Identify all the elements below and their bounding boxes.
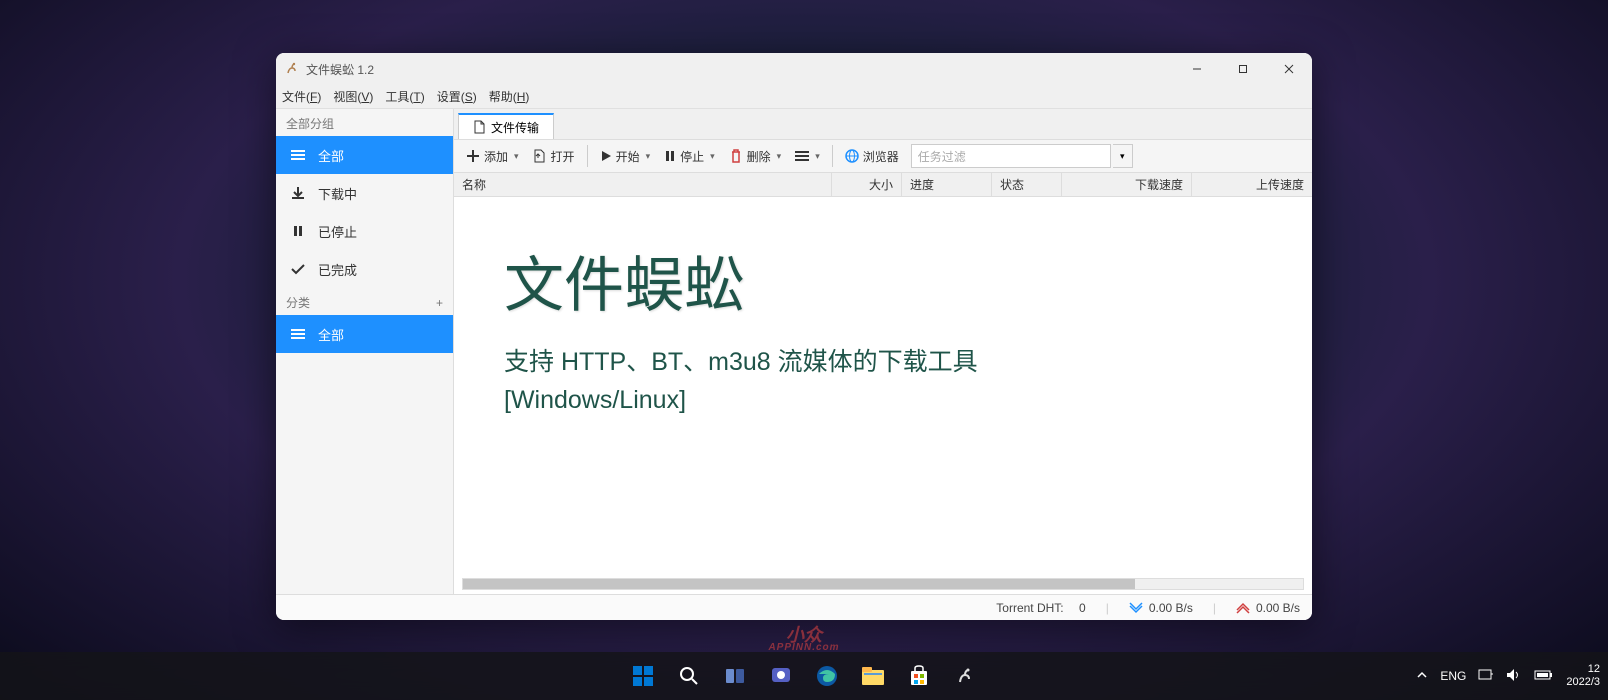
sidebar-item-label: 全部 [318, 325, 344, 344]
maximize-button[interactable] [1220, 53, 1266, 85]
menu-tools[interactable]: 工具(T) [385, 88, 424, 105]
download-icon [290, 186, 306, 200]
sidebar-item-completed[interactable]: 已完成 [276, 250, 453, 288]
pause-icon [290, 225, 306, 237]
title-bar: 文件蜈蚣 1.2 [276, 53, 1312, 85]
language-indicator[interactable]: ENG [1440, 669, 1466, 683]
check-icon [290, 263, 306, 275]
col-status[interactable]: 状态 [992, 173, 1062, 196]
sidebar: 全部分组 全部 下载中 已停止 已完成 分类+ 全部 [276, 109, 454, 594]
tray-chevron-icon[interactable] [1416, 669, 1428, 684]
taskbar: ENG 12 2022/3 [0, 652, 1608, 700]
sidebar-item-all[interactable]: 全部 [276, 136, 453, 174]
filter-input[interactable]: 任务过滤 [911, 144, 1111, 168]
file-icon [473, 120, 485, 134]
add-button[interactable]: 添加▾ [460, 144, 525, 169]
sidebar-item-downloading[interactable]: 下载中 [276, 174, 453, 212]
content-area: 文件蜈蚣 支持 HTTP、BT、m3u8 流媒体的下载工具 [Windows/L… [454, 197, 1312, 594]
browser-button[interactable]: 浏览器 [839, 144, 905, 169]
menu-bar: 文件(F) 视图(V) 工具(T) 设置(S) 帮助(H) [276, 85, 1312, 109]
toolbar: 添加▾ 打开 开始▾ 停止▾ 删除▾ ▾ 浏览器 任务过滤 ▾ [454, 139, 1312, 173]
status-download-speed: 0.00 B/s [1129, 601, 1193, 615]
col-size[interactable]: 大小 [832, 173, 902, 196]
sidebar-heading-groups: 全部分组 [276, 109, 453, 136]
close-button[interactable] [1266, 53, 1312, 85]
hamburger-icon [290, 328, 306, 340]
window-controls [1174, 53, 1312, 85]
add-category-button[interactable]: + [436, 296, 443, 310]
main-area: 文件传输 添加▾ 打开 开始▾ 停止▾ 删除▾ ▾ 浏览器 任务过滤 ▾ 名称 … [454, 109, 1312, 594]
sidebar-category-all[interactable]: 全部 [276, 315, 453, 353]
menu-view[interactable]: 视图(V) [333, 88, 373, 105]
col-name[interactable]: 名称 [454, 173, 832, 196]
minimize-button[interactable] [1174, 53, 1220, 85]
start-button[interactable]: 开始▾ [594, 144, 657, 169]
explorer-button[interactable] [853, 656, 893, 696]
promo-subtitle: 支持 HTTP、BT、m3u8 流媒体的下载工具 [Windows/Linux] [504, 344, 1262, 419]
sidebar-item-label: 下载中 [318, 184, 357, 203]
edge-button[interactable] [807, 656, 847, 696]
clock[interactable]: 12 2022/3 [1566, 663, 1600, 689]
menu-file[interactable]: 文件(F) [282, 88, 321, 105]
table-header: 名称 大小 进度 状态 下载速度 上传速度 [454, 173, 1312, 197]
chat-button[interactable] [761, 656, 801, 696]
window-title: 文件蜈蚣 1.2 [306, 61, 1174, 78]
sidebar-item-label: 全部 [318, 146, 344, 165]
network-icon[interactable] [1478, 668, 1494, 685]
sidebar-item-label: 已停止 [318, 222, 357, 241]
search-button[interactable] [669, 656, 709, 696]
list-menu-button[interactable]: ▾ [789, 146, 826, 166]
tab-bar: 文件传输 [454, 109, 1312, 139]
stop-button[interactable]: 停止▾ [658, 144, 721, 169]
col-progress[interactable]: 进度 [902, 173, 992, 196]
start-button[interactable] [623, 656, 663, 696]
promo-title: 文件蜈蚣 [504, 237, 1262, 324]
open-button[interactable]: 打开 [527, 144, 581, 169]
sidebar-item-label: 已完成 [318, 260, 357, 279]
horizontal-scrollbar[interactable] [462, 578, 1304, 590]
app-icon [284, 61, 300, 77]
col-down-speed[interactable]: 下载速度 [1062, 173, 1192, 196]
store-button[interactable] [899, 656, 939, 696]
status-bar: Torrent DHT: 0 | 0.00 B/s | 0.00 B/s [276, 594, 1312, 620]
app-window: 文件蜈蚣 1.2 文件(F) 视图(V) 工具(T) 设置(S) 帮助(H) 全… [276, 53, 1312, 620]
battery-icon[interactable] [1534, 669, 1554, 684]
tab-file-transfer[interactable]: 文件传输 [458, 113, 554, 139]
menu-help[interactable]: 帮助(H) [489, 88, 530, 105]
col-up-speed[interactable]: 上传速度 [1192, 173, 1312, 196]
volume-icon[interactable] [1506, 668, 1522, 685]
hamburger-icon [290, 149, 306, 161]
sidebar-heading-categories: 分类+ [276, 288, 453, 315]
app-taskbar-icon[interactable] [945, 656, 985, 696]
sidebar-item-stopped[interactable]: 已停止 [276, 212, 453, 250]
status-upload-speed: 0.00 B/s [1236, 601, 1300, 615]
status-dht: Torrent DHT: 0 [996, 601, 1085, 615]
delete-button[interactable]: 删除▾ [723, 144, 788, 169]
watermark: 小众 APPINN.com [768, 627, 839, 652]
filter-dropdown[interactable]: ▾ [1113, 144, 1133, 168]
menu-settings[interactable]: 设置(S) [437, 88, 477, 105]
taskview-button[interactable] [715, 656, 755, 696]
